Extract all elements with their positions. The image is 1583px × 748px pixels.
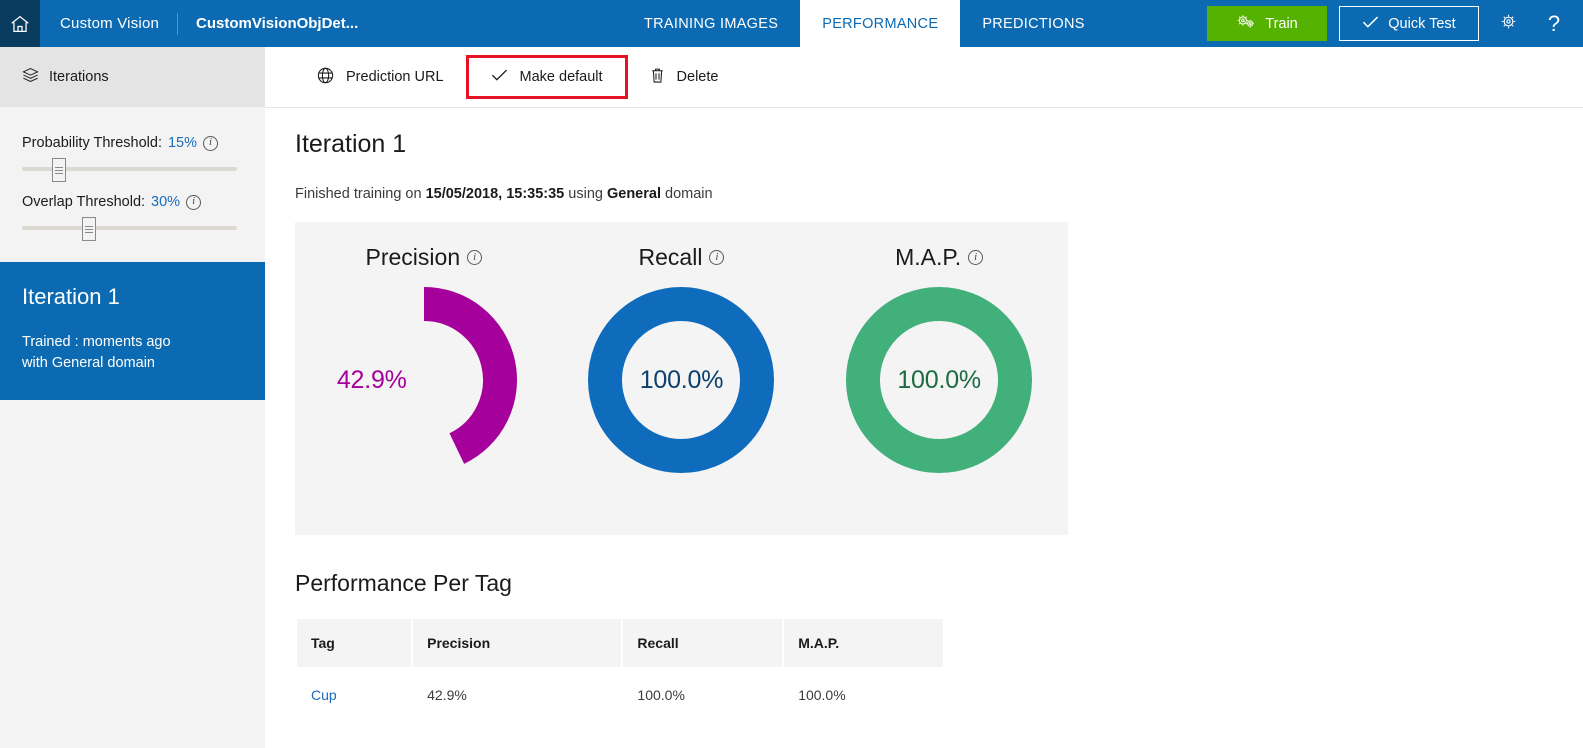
train-button[interactable]: Train [1207,6,1327,41]
check-icon [1362,15,1379,33]
overlap-threshold-row: Overlap Threshold: 30% i [22,194,243,210]
overlap-threshold-label: Overlap Threshold: [22,194,145,210]
slider-handle[interactable] [52,158,66,182]
metric-recall-title: Recall i [559,244,804,271]
settings-button[interactable] [1491,7,1525,41]
summary-middle: using [564,186,607,202]
metric-map-value: 100.0% [846,287,1032,473]
cell-tag: Cup [297,667,411,723]
threshold-controls: Probability Threshold: 15% i Overlap Thr… [0,107,265,239]
command-bar: Prediction URL Make default Delete [265,47,1583,108]
layers-icon [22,67,39,87]
performance-per-tag-title: Performance Per Tag [295,570,1583,597]
training-summary: Finished training on 15/05/2018, 15:35:3… [295,186,1583,202]
iteration-card-domain: with General domain [22,353,243,374]
top-action-buttons: Train Quick Test ? [1207,0,1571,47]
home-icon [9,13,31,35]
delete-button[interactable]: Delete [628,55,741,99]
sidebar-header: Iterations [0,47,265,107]
home-button[interactable] [0,0,40,47]
iteration-card-title: Iteration 1 [22,284,243,310]
metric-map: M.A.P. i 100.0% [817,244,1062,473]
globe-icon [317,67,334,88]
question-mark-icon: ? [1548,13,1560,35]
column-header-tag[interactable]: Tag [297,619,411,667]
metric-precision-value: 42.9% [331,287,517,473]
info-icon[interactable]: i [203,136,218,151]
table-header-row: Tag Precision Recall M.A.P. [297,619,943,667]
page-title: Iteration 1 [295,130,1583,159]
iteration-card-trained: Trained : moments ago [22,332,243,353]
info-icon[interactable]: i [709,250,724,265]
summary-date: 15/05/2018, 15:35:35 [426,186,565,202]
column-header-map[interactable]: M.A.P. [784,619,943,667]
probability-threshold-slider[interactable] [22,158,243,180]
main-content: Iteration 1 Finished training on 15/05/2… [265,108,1583,748]
brand-label[interactable]: Custom Vision [40,0,159,47]
metric-recall-label: Recall [639,244,703,271]
prediction-url-label: Prediction URL [346,69,444,85]
train-button-label: Train [1265,16,1298,32]
quick-test-label: Quick Test [1388,16,1455,32]
donut-chart-precision: 42.9% [331,287,517,473]
column-header-recall[interactable]: Recall [623,619,782,667]
cell-precision: 42.9% [413,667,621,723]
donut-chart-recall: 100.0% [588,287,774,473]
custom-vision-app: Custom Vision CustomVisionObjDet... TRAI… [0,0,1583,748]
top-navigation-bar: Custom Vision CustomVisionObjDet... TRAI… [0,0,1583,47]
tab-predictions[interactable]: PREDICTIONS [960,0,1106,47]
gear-icon [1499,12,1518,36]
metric-precision: Precision i 42.9% [301,244,546,473]
info-icon[interactable]: i [968,250,983,265]
info-icon[interactable]: i [186,195,201,210]
metric-recall-value: 100.0% [588,287,774,473]
slider-handle[interactable] [82,217,96,241]
cell-map: 100.0% [784,667,943,723]
probability-threshold-value: 15% [168,135,197,151]
metric-map-title: M.A.P. i [817,244,1062,271]
quick-test-button[interactable]: Quick Test [1339,6,1479,41]
help-button[interactable]: ? [1537,7,1571,41]
probability-threshold-label: Probability Threshold: [22,135,162,151]
sidebar-header-label: Iterations [49,69,109,85]
left-sidebar: Iterations Probability Threshold: 15% i … [0,47,265,748]
tag-link-cup[interactable]: Cup [311,687,337,703]
overlap-threshold-slider[interactable] [22,217,243,239]
overlap-threshold-value: 30% [151,194,180,210]
brand-divider [177,13,178,35]
make-default-label: Make default [520,69,603,85]
metrics-panel: Precision i 42.9% Recall i [295,222,1068,535]
main-tabs: TRAINING IMAGES PERFORMANCE PREDICTIONS [622,0,1107,47]
metric-recall: Recall i 100.0% [559,244,804,473]
trash-icon [650,67,665,88]
tab-performance[interactable]: PERFORMANCE [800,0,960,47]
cell-recall: 100.0% [623,667,782,723]
slider-track [22,226,237,230]
probability-threshold-row: Probability Threshold: 15% i [22,135,243,151]
make-default-button[interactable]: Make default [466,55,628,99]
summary-suffix: domain [661,186,713,202]
info-icon[interactable]: i [467,250,482,265]
metric-precision-title: Precision i [301,244,546,271]
donut-chart-map: 100.0% [846,287,1032,473]
metric-map-label: M.A.P. [895,244,961,271]
check-icon [491,68,508,86]
tab-training-images[interactable]: TRAINING IMAGES [622,0,800,47]
summary-prefix: Finished training on [295,186,426,202]
prediction-url-button[interactable]: Prediction URL [295,55,466,99]
sidebar-item-iteration-1[interactable]: Iteration 1 Trained : moments ago with G… [0,262,265,400]
summary-domain: General [607,186,661,202]
column-header-precision[interactable]: Precision [413,619,621,667]
gears-icon [1236,13,1256,35]
project-name[interactable]: CustomVisionObjDet... [196,0,358,47]
delete-label: Delete [677,69,719,85]
performance-per-tag-table: Tag Precision Recall M.A.P. Cup 42.9% 10… [295,619,945,723]
metric-precision-label: Precision [366,244,461,271]
table-row: Cup 42.9% 100.0% 100.0% [297,667,943,723]
